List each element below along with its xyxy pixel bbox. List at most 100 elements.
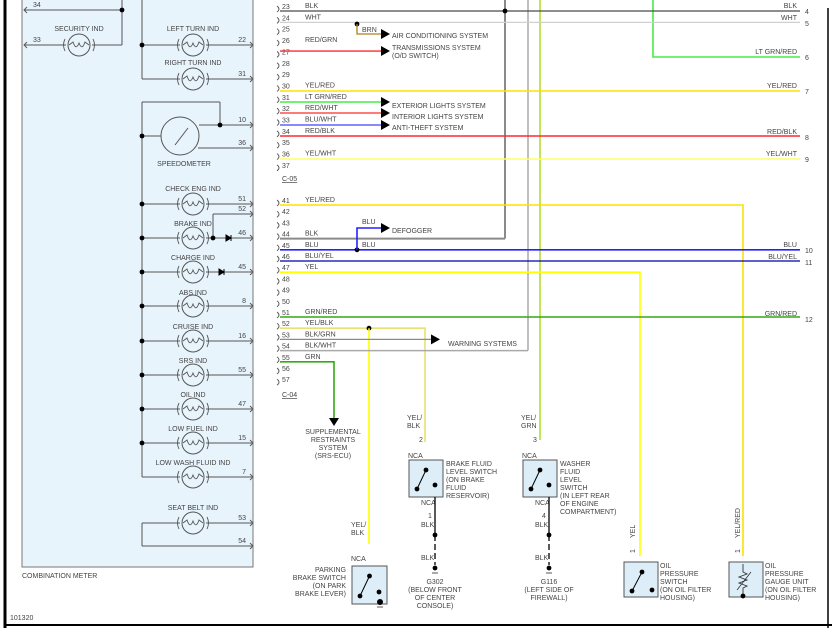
nca-label: NCA [522, 453, 537, 460]
washer-fluid-level-switch [522, 459, 558, 498]
meter-pin: 46 [238, 230, 246, 237]
connector-pin-number: 41 [282, 198, 290, 205]
connector-cavity-icon [276, 255, 280, 263]
washer-fluid-level-switch-label: LEVEL [560, 477, 582, 484]
air-conditioning-label: AIR CONDITIONING SYSTEM [392, 33, 488, 40]
connector-pin-number: 57 [282, 377, 290, 384]
meter-pin: 36 [238, 140, 246, 147]
wire-color-label: YEL/RED [305, 197, 335, 204]
connector-cavity-icon [276, 16, 280, 24]
connector-cavity-icon [276, 233, 280, 240]
indicator-label: CHECK ENG IND [165, 186, 221, 193]
combination-meter-label: COMBINATION METER [22, 573, 97, 580]
switch-dot [423, 467, 429, 473]
connector-cavity-icon [276, 378, 280, 386]
connector-cavity-icon [276, 39, 280, 47]
wire-label: BLK [421, 522, 435, 529]
connector-pin-number: 45 [282, 243, 290, 250]
indicator-label: CRUISE IND [173, 324, 213, 331]
washer-fluid-level-switch-label: COMPARTMENT) [560, 509, 617, 516]
nca-label: NCA [408, 453, 423, 460]
meter-pin: 7 [242, 469, 246, 476]
splice-dot [649, 587, 655, 593]
splice-dot [119, 7, 125, 13]
ground-label: (LEFT SIDE OF [524, 587, 573, 594]
indicator-label: LOW FUEL IND [168, 426, 218, 433]
wire-color-label: GRN/RED [305, 309, 337, 316]
wire-label: BLK [535, 522, 549, 529]
connector-pin-number: 33 [282, 118, 290, 125]
bus-dot [139, 201, 145, 207]
connector-cavity-icon [276, 119, 280, 126]
diagram-id: 101320 [10, 615, 33, 622]
meter-pin: 15 [238, 435, 246, 442]
wire-label: BLK [421, 555, 435, 562]
bus-dot [139, 269, 145, 275]
connector-cavity-icon [276, 289, 280, 296]
connector-cavity-icon [276, 5, 280, 13]
wire-color-label: LT GRN/RED [305, 94, 347, 101]
bus-dot [139, 406, 145, 412]
meter-pin: 8 [242, 298, 246, 305]
wire-label: YEL/ [351, 522, 366, 529]
wire-pin52-yel-blk [280, 327, 426, 442]
wire-label-vertical: YEL/RED [735, 508, 742, 538]
parking-brake-label: BRAKE SWITCH [293, 575, 346, 582]
connector-pin-number: 46 [282, 254, 290, 261]
srs-label: (SRS-ECU) [315, 453, 351, 460]
arrow-right-icon [381, 223, 390, 233]
meter-pin: 16 [238, 333, 246, 340]
splice-dot [546, 532, 552, 538]
connector-cavity-icon [276, 62, 280, 70]
connector-pin-number: 31 [282, 95, 290, 102]
bus-dot [139, 235, 145, 241]
oil-pressure-switch-label: PRESSURE [660, 571, 699, 578]
ground-label: FIREWALL) [530, 595, 567, 602]
wire-color-label: YEL/WHT [305, 151, 337, 158]
connector-cavity-icon [276, 210, 280, 218]
brake-fluid-level-switch-label: (ON BRAKE [446, 477, 485, 484]
wire-color-label: BLU/YEL [305, 253, 334, 260]
connector-cavity-icon [276, 73, 280, 81]
wire-color-label: YEL [305, 264, 318, 271]
brake-fluid-level-switch-label: RESERVOIR) [446, 493, 489, 500]
wire-color-label: BLK/WHT [305, 343, 337, 350]
right-wire-label: BLK [784, 3, 798, 10]
wire-color-label: YEL/RED [305, 82, 335, 89]
transmission-label: TRANSMISSIONS SYSTEM [392, 45, 481, 52]
security-ind-label: SECURITY IND [54, 26, 103, 33]
indicator-label: OIL IND [180, 392, 205, 399]
connector-cavity-icon [276, 311, 280, 319]
srs-label: SYSTEM [319, 445, 348, 452]
indicator-label: SEAT BELT IND [168, 505, 218, 512]
right-wire-label: WHT [781, 15, 798, 22]
parking-brake-label: BRAKE LEVER) [295, 591, 346, 598]
oil-pressure-switch-label: OIL [660, 563, 671, 570]
meter-pin: 52 [238, 206, 246, 213]
oil-pressure-switch-label: SWITCH [660, 579, 688, 586]
connector-cavity-icon [276, 345, 280, 352]
connector-cavity-icon [276, 153, 280, 160]
right-wire-label: GRN/RED [765, 311, 797, 318]
arrow-right-icon [329, 418, 339, 426]
wire-color-label: BLU/WHT [305, 117, 337, 124]
right-pin-number: 5 [805, 21, 809, 28]
connector-pin-number: 26 [282, 38, 290, 45]
connector-pin-number: 49 [282, 288, 290, 295]
connector-pin-number: 42 [282, 209, 290, 216]
wiring-diagram-canvas: COMBINATION METER1013203433SECURITY IND L… [3, 0, 832, 628]
brake-fluid-level-switch [408, 459, 444, 498]
pin-label-vertical: 1 [735, 549, 742, 553]
washer-fluid-level-switch-label: WASHER [560, 461, 590, 468]
splice-dot [139, 133, 145, 139]
switch-dot [376, 589, 382, 595]
switch-dot [367, 573, 372, 579]
connector-pin-number: 24 [282, 15, 290, 22]
ground-label: CONSOLE) [417, 603, 454, 610]
right-pin-number: 11 [805, 260, 812, 267]
connector-pin-number: 54 [282, 344, 290, 351]
right-wire-label: LT GRN/RED [755, 49, 797, 56]
connector-pin-number: 44 [282, 232, 290, 239]
arrow-right-icon [381, 108, 390, 118]
warning-systems-label: WARNING SYSTEMS [448, 341, 517, 348]
